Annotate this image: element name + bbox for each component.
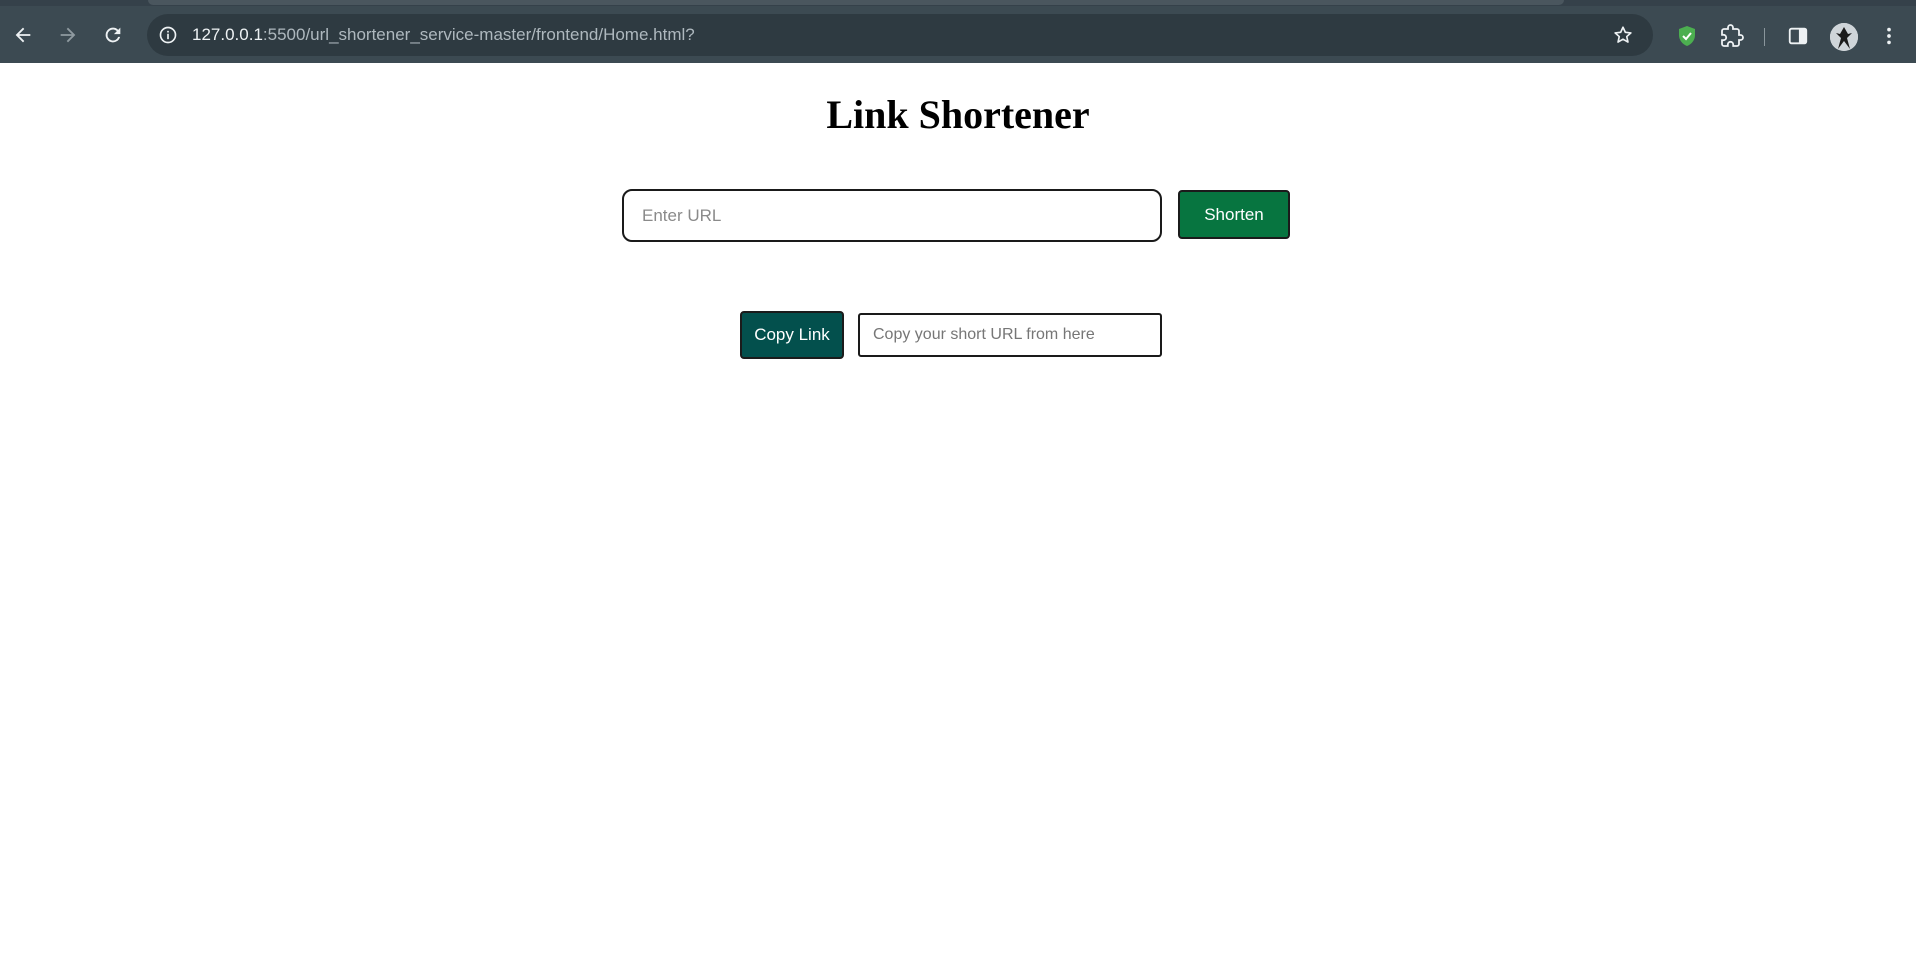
toolbar-divider bbox=[1764, 28, 1765, 46]
copy-link-button[interactable]: Copy Link bbox=[740, 311, 844, 359]
forward-arrow-icon bbox=[60, 27, 76, 43]
back-arrow-icon bbox=[15, 27, 31, 43]
profile-avatar[interactable] bbox=[1830, 23, 1858, 51]
browser-tab[interactable] bbox=[148, 0, 1564, 5]
reload-button[interactable] bbox=[96, 18, 130, 52]
address-url[interactable]: 127.0.0.1:5500/url_shortener_service-mas… bbox=[192, 14, 695, 56]
side-panel-button[interactable] bbox=[1785, 23, 1811, 49]
side-panel-icon bbox=[1788, 27, 1808, 45]
profile-avatar-icon bbox=[1830, 23, 1858, 51]
reload-icon bbox=[105, 27, 121, 43]
url-path: :5500/url_shortener_service-master/front… bbox=[262, 25, 695, 44]
site-info-icon bbox=[159, 26, 177, 44]
short-url-output[interactable] bbox=[858, 313, 1162, 357]
url-host: 127.0.0.1 bbox=[192, 25, 263, 44]
shorten-button[interactable]: Shorten bbox=[1178, 190, 1290, 239]
address-bar[interactable]: 127.0.0.1:5500/url_shortener_service-mas… bbox=[147, 14, 1653, 56]
shield-extension-button[interactable] bbox=[1674, 23, 1700, 49]
more-menu-button[interactable] bbox=[1876, 23, 1902, 49]
shield-extension-icon bbox=[1679, 26, 1695, 46]
forward-button[interactable] bbox=[51, 18, 85, 52]
page-title: Link Shortener bbox=[826, 92, 1090, 137]
site-info-button[interactable] bbox=[155, 22, 181, 48]
more-menu-icon bbox=[1887, 27, 1891, 45]
extensions-button[interactable] bbox=[1719, 23, 1745, 49]
extensions-puzzle-icon bbox=[1721, 24, 1744, 47]
back-button[interactable] bbox=[6, 18, 40, 52]
url-input[interactable] bbox=[622, 189, 1162, 242]
bookmark-button[interactable] bbox=[1611, 23, 1635, 47]
browser-toolbar: 127.0.0.1:5500/url_shortener_service-mas… bbox=[0, 6, 1916, 63]
page-content: Link Shortener Shorten Copy Link bbox=[0, 63, 1916, 973]
bookmark-star-icon bbox=[1614, 26, 1632, 43]
